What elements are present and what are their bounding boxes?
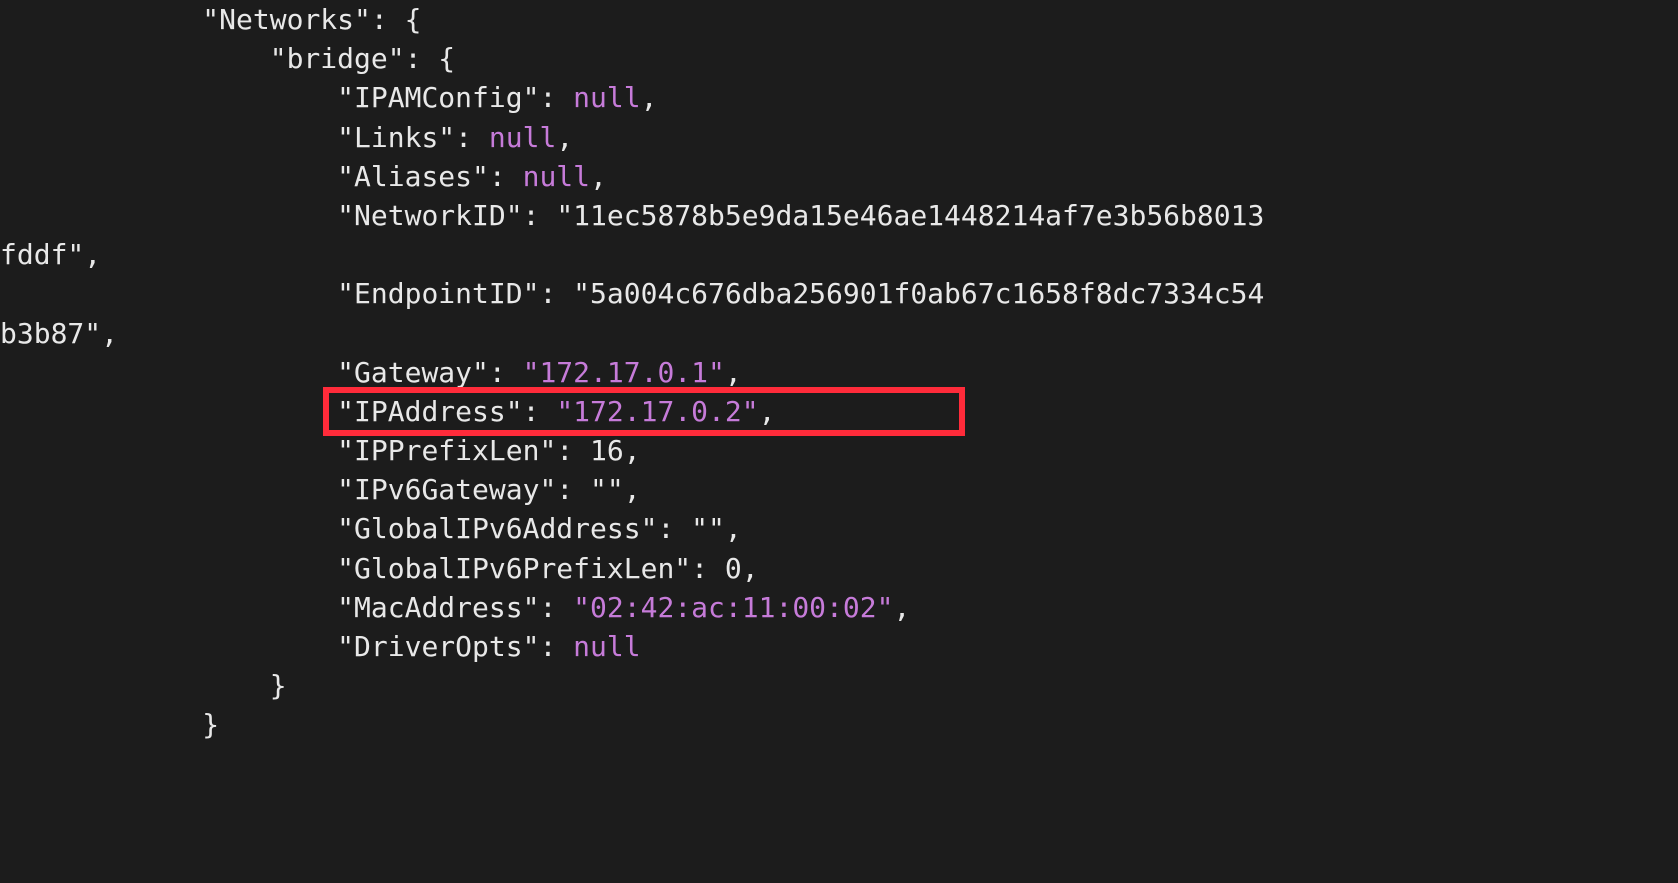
json-key-networkid: "NetworkID"	[337, 199, 522, 232]
json-key-macaddress: "MacAddress"	[337, 591, 539, 624]
json-key-globalipv6addr: "GlobalIPv6Address"	[337, 512, 657, 545]
json-key-ipprefixlen: "IPPrefixLen"	[337, 434, 556, 467]
json-key-globalipv6pref: "GlobalIPv6PrefixLen"	[337, 552, 691, 585]
json-key-networks: "Networks"	[202, 3, 371, 36]
json-val-driveropts: null	[573, 630, 640, 663]
json-key-ipv6gateway: "IPv6Gateway"	[337, 473, 556, 506]
json-key-bridge: "bridge"	[270, 42, 405, 75]
json-key-ipamconfig: "IPAMConfig"	[337, 81, 539, 114]
json-key-aliases: "Aliases"	[337, 160, 489, 193]
json-val-ipv6gateway: ""	[590, 473, 624, 506]
json-key-endpointid: "EndpointID"	[337, 277, 539, 310]
json-val-links: null	[489, 121, 556, 154]
json-val-ipamconfig: null	[573, 81, 640, 114]
json-output: "Networks": { "bridge": { "IPAMConfig": …	[0, 0, 1678, 745]
json-val-macaddress: "02:42:ac:11:00:02"	[573, 591, 893, 624]
json-val-endpointid: "5a004c676dba256901f0ab67c1658f8dc7334c5…	[573, 277, 1264, 310]
json-val-ipaddress: "172.17.0.2"	[556, 395, 758, 428]
json-val-ipprefixlen: 16	[590, 434, 624, 467]
json-key-links: "Links"	[337, 121, 455, 154]
json-val-networkid-wrap: fddf",	[0, 238, 101, 271]
json-key-ipaddress: "IPAddress"	[337, 395, 522, 428]
json-val-networkid: "11ec5878b5e9da15e46ae1448214af7e3b56b80…	[556, 199, 1264, 232]
json-val-gateway: "172.17.0.1"	[523, 356, 725, 389]
json-key-driveropts: "DriverOpts"	[337, 630, 539, 663]
json-val-globalipv6addr: ""	[691, 512, 725, 545]
json-val-endpointid-wrap: b3b87",	[0, 317, 118, 350]
json-val-globalipv6pref: 0	[725, 552, 742, 585]
json-key-gateway: "Gateway"	[337, 356, 489, 389]
json-val-aliases: null	[523, 160, 590, 193]
